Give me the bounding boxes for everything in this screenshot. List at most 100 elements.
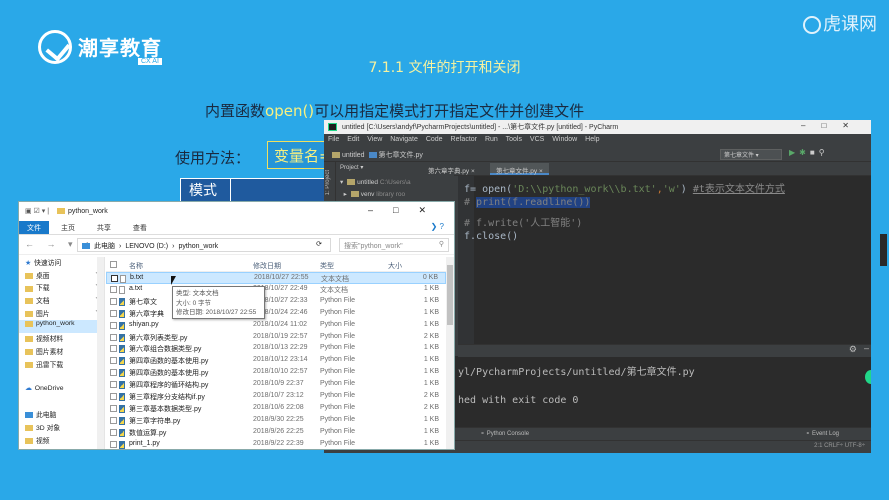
row-checkbox[interactable] bbox=[110, 285, 117, 293]
file-row[interactable]: 数值运算.py 2018/9/26 22:25 Python File 1 KB bbox=[106, 427, 446, 439]
file-row[interactable]: 第六章字典 2018/10/24 22:46 Python File 1 KB bbox=[106, 308, 446, 320]
file-size: 2 KB bbox=[423, 332, 439, 340]
select-all-checkbox[interactable] bbox=[110, 261, 117, 268]
row-checkbox[interactable] bbox=[111, 275, 118, 282]
row-checkbox[interactable] bbox=[110, 357, 117, 365]
nav-scrollbar[interactable] bbox=[97, 257, 104, 449]
search-icon[interactable]: ⚲ bbox=[819, 148, 829, 157]
nav-item[interactable]: ☁ OneDrive bbox=[19, 384, 104, 397]
row-checkbox[interactable] bbox=[110, 440, 117, 448]
menu-navigate[interactable]: Navigate bbox=[390, 136, 418, 143]
menu-help[interactable]: Help bbox=[585, 136, 599, 143]
breadcrumb-file[interactable]: 第七章文件.py bbox=[379, 152, 423, 159]
file-row[interactable]: 第四章程序的循环结构.py 2018/10/9 22:37 Python File 1… bbox=[106, 379, 446, 391]
tree-root[interactable]: ▾ untitled C:\Users\a bbox=[340, 178, 454, 190]
address-bar[interactable]: 此电脑 › LENOVO (D:) › python_work ⟳ bbox=[77, 238, 331, 252]
menu-window[interactable]: Window bbox=[552, 136, 577, 143]
row-checkbox[interactable] bbox=[110, 404, 117, 412]
assistant-icon[interactable] bbox=[865, 370, 871, 384]
row-checkbox[interactable] bbox=[110, 309, 117, 317]
menu-tools[interactable]: Tools bbox=[506, 136, 522, 143]
tooltip-modified: 修改日期: 2018/10/27 22:55 bbox=[176, 309, 257, 316]
column-type[interactable]: 类型 bbox=[320, 261, 334, 271]
menu-run[interactable]: Run bbox=[485, 136, 498, 143]
file-row[interactable]: 第四章函数的基本使用.py 2018/10/10 22:57 Python File… bbox=[106, 367, 446, 379]
nav-item[interactable]: 桌面✦ bbox=[19, 270, 104, 283]
file-row[interactable]: 第六章组合数据类型.py 2018/10/13 22:29 Python File 1… bbox=[106, 343, 446, 355]
menu-edit[interactable]: Edit bbox=[347, 136, 359, 143]
nav-item[interactable]: 此电脑 bbox=[19, 409, 104, 422]
file-row[interactable]: 第四章函数的基本使用.py 2018/10/12 23:14 Python File… bbox=[106, 355, 446, 367]
file-row[interactable]: b.txt 2018/10/27 22:55 文本文档 0 KB bbox=[106, 272, 446, 284]
menu-code[interactable]: Code bbox=[426, 136, 443, 143]
refresh-icon[interactable]: ⟳ bbox=[316, 240, 322, 248]
nav-item[interactable]: ★ 快速访问 bbox=[19, 257, 104, 270]
minimize-icon[interactable]: – bbox=[864, 343, 869, 353]
quick-access-toolbar[interactable]: ▣ ☑ ▾ | bbox=[25, 208, 49, 215]
row-checkbox[interactable] bbox=[110, 393, 117, 400]
file-row[interactable]: a.txt 2018/10/27 22:49 文本文档 1 KB bbox=[106, 284, 446, 296]
gear-icon[interactable]: ⚙ bbox=[849, 344, 857, 355]
file-row[interactable]: print_1.py 2018/9/22 22:39 Python File 1 KB bbox=[106, 439, 446, 449]
description-prefix: 内置函数 bbox=[205, 102, 266, 120]
row-checkbox[interactable] bbox=[110, 369, 117, 377]
menu-refactor[interactable]: Refactor bbox=[451, 136, 477, 143]
ribbon-tab-view[interactable]: 查看 bbox=[123, 221, 157, 235]
run-icon[interactable]: ▶ bbox=[789, 148, 799, 157]
python-file-icon bbox=[119, 333, 125, 342]
menu-vcs[interactable]: VCS bbox=[530, 136, 544, 143]
row-checkbox[interactable] bbox=[110, 345, 117, 353]
folder-icon bbox=[25, 272, 33, 279]
file-list: 名称 修改日期 类型 大小 b.txt 2018/10/27 22:55 文本文档 0… bbox=[106, 257, 454, 449]
ribbon-tab-file[interactable]: 文件 bbox=[19, 221, 49, 234]
folder-icon bbox=[347, 179, 356, 185]
nav-item[interactable]: 3D 对象 bbox=[19, 422, 104, 435]
nav-item[interactable]: 视频材料 bbox=[19, 333, 104, 346]
row-checkbox[interactable] bbox=[110, 428, 117, 436]
tab-file-7[interactable]: 第七章文件.py × bbox=[490, 163, 549, 175]
breadcrumb-project[interactable]: untitled bbox=[342, 152, 365, 159]
debug-icon[interactable]: ✱ bbox=[799, 148, 810, 157]
row-checkbox[interactable] bbox=[110, 416, 117, 424]
tab-file-6[interactable]: 第六章字典.py × bbox=[422, 163, 481, 175]
file-name: shiyan.py bbox=[129, 320, 159, 328]
ribbon-tab-share[interactable]: 共享 bbox=[87, 221, 121, 235]
code-editor[interactable]: f= open('D:\\python_work\\b.txt','w') #t… bbox=[458, 176, 871, 354]
row-checkbox[interactable] bbox=[110, 297, 117, 305]
search-input[interactable]: 搜索"python_work" ⚲ bbox=[339, 238, 449, 252]
ribbon-tab-home[interactable]: 主页 bbox=[51, 221, 85, 235]
nav-item[interactable]: 文档✦ bbox=[19, 295, 104, 308]
nav-item[interactable]: 图片素材 bbox=[19, 346, 104, 359]
stop-icon[interactable]: ■ bbox=[810, 148, 819, 157]
help-icon[interactable]: ❯ ? bbox=[431, 222, 444, 231]
nav-item[interactable]: 迅雷下载 bbox=[19, 359, 104, 372]
menu-view[interactable]: View bbox=[367, 136, 382, 143]
breadcrumb-item[interactable]: python_work bbox=[178, 243, 218, 250]
window-controls[interactable]: –□✕ bbox=[801, 121, 865, 130]
breadcrumb-item[interactable]: LENOVO (D:) bbox=[125, 243, 168, 250]
file-list-scrollbar[interactable] bbox=[446, 257, 454, 449]
row-checkbox[interactable] bbox=[110, 381, 117, 389]
window-controls[interactable]: –□✕ bbox=[368, 205, 446, 216]
file-row[interactable]: 第三章基本数据类型.py 2018/10/6 22:08 Python File 2 … bbox=[106, 403, 446, 415]
file-row[interactable]: 第三章程序分支结构if.py 2018/10/7 23:12 Python File… bbox=[106, 391, 446, 403]
column-size[interactable]: 大小 bbox=[388, 261, 402, 271]
nav-item[interactable]: 视频 bbox=[19, 435, 104, 448]
nav-item[interactable]: python_work bbox=[19, 320, 104, 334]
python-console-tab[interactable]: ⚬ Python Console bbox=[480, 431, 541, 437]
run-config-select[interactable]: 第七章文件 ▾ bbox=[720, 149, 782, 160]
row-checkbox[interactable] bbox=[110, 321, 117, 329]
file-row[interactable]: 第七章文 2018/10/27 22:33 Python File 1 KB bbox=[106, 296, 446, 308]
nav-item[interactable]: 下载✦ bbox=[19, 282, 104, 295]
event-log-tab[interactable]: ⚬ Event Log bbox=[805, 430, 851, 437]
row-checkbox[interactable] bbox=[110, 333, 117, 341]
nav-item[interactable]: 图片✦ bbox=[19, 308, 104, 321]
column-date[interactable]: 修改日期 bbox=[253, 261, 281, 271]
file-row[interactable]: shiyan.py 2018/10/24 11:02 Python File 1 KB bbox=[106, 320, 446, 332]
menu-file[interactable]: File bbox=[328, 136, 339, 143]
column-name[interactable]: 名称 bbox=[129, 261, 143, 271]
file-row[interactable]: 第六章列表类型.py 2018/10/19 22:57 Python File 2 K… bbox=[106, 332, 446, 344]
file-row[interactable]: 第三章字符串.py 2018/9/30 22:25 Python File 1 KB bbox=[106, 415, 446, 427]
file-date: 2018/9/26 22:25 bbox=[253, 427, 304, 435]
breadcrumb-item[interactable]: 此电脑 bbox=[94, 243, 115, 250]
